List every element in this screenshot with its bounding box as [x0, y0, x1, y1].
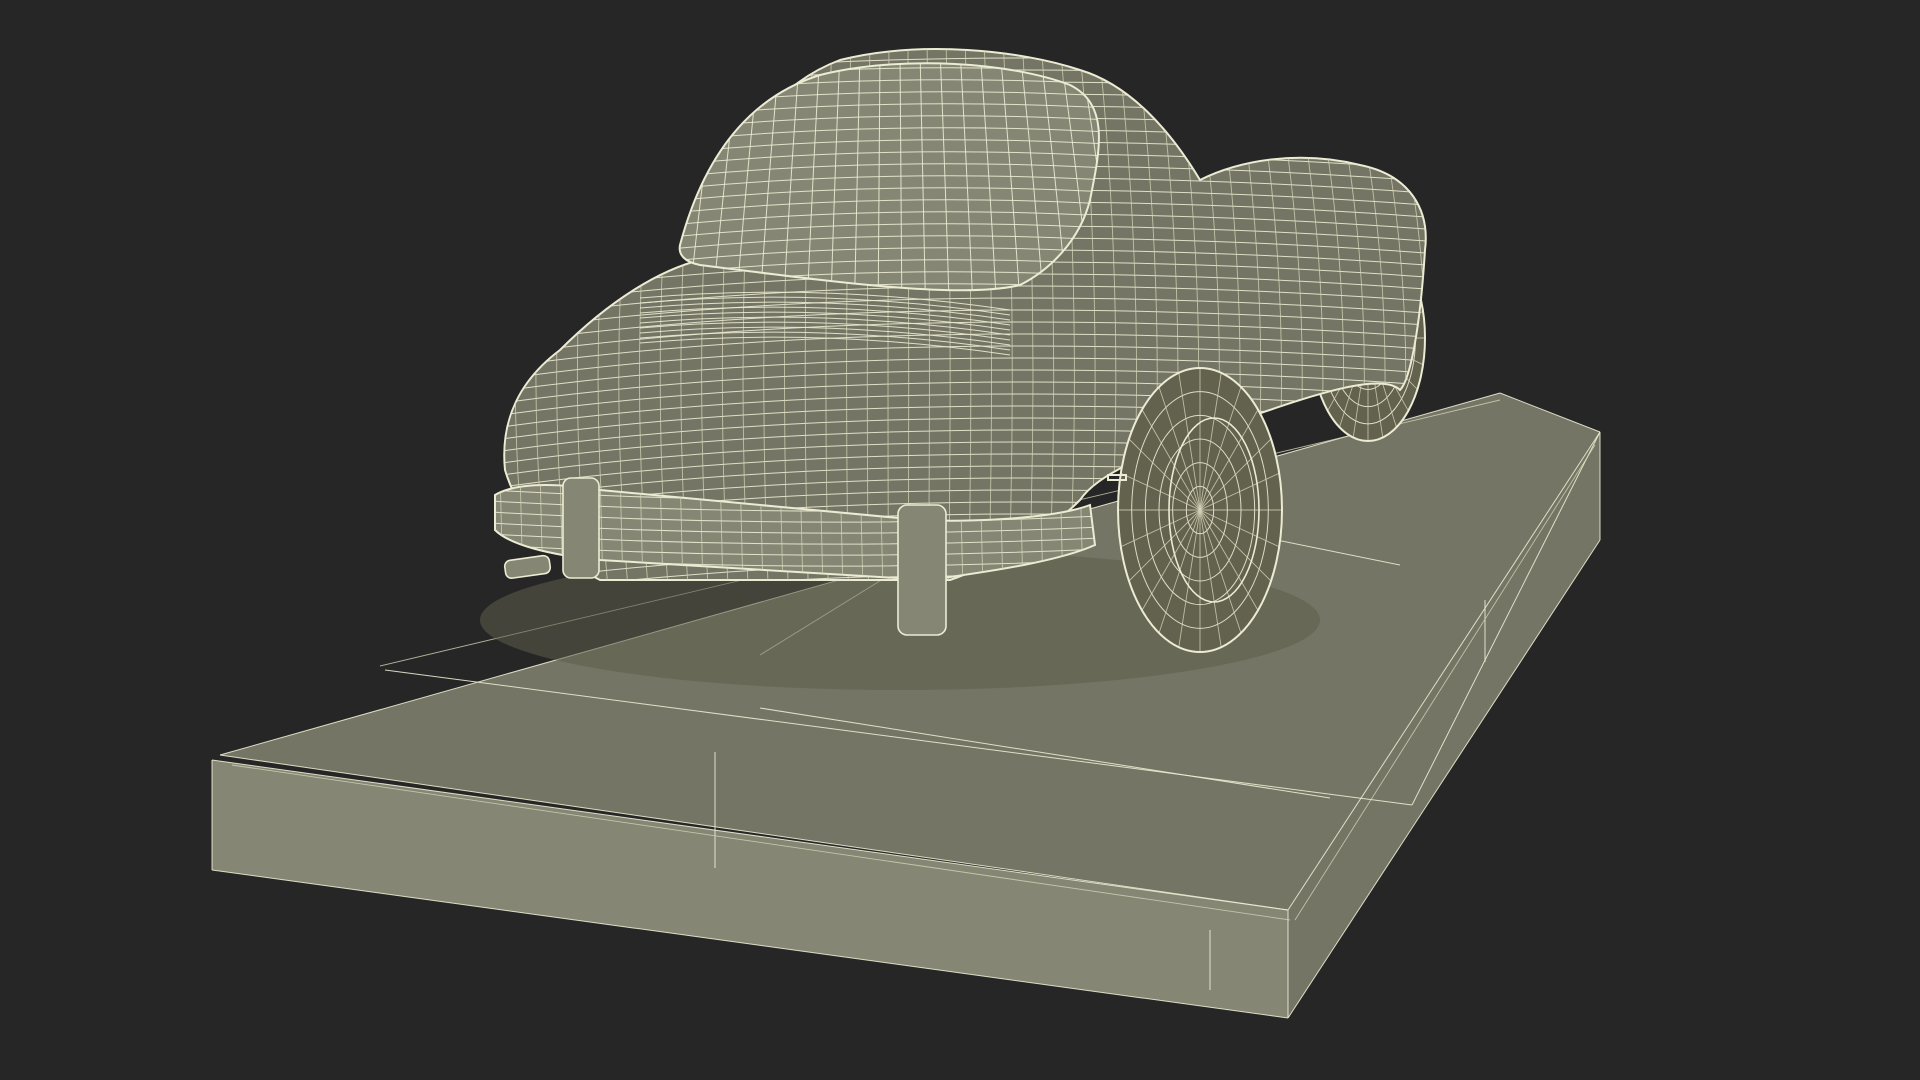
wireframe-scene: [0, 0, 1920, 1080]
front-wheel: [1117, 367, 1283, 653]
bumper-guard-right: [897, 504, 947, 636]
render-viewport: [0, 0, 1920, 1080]
bumper-guard-left: [562, 477, 600, 579]
